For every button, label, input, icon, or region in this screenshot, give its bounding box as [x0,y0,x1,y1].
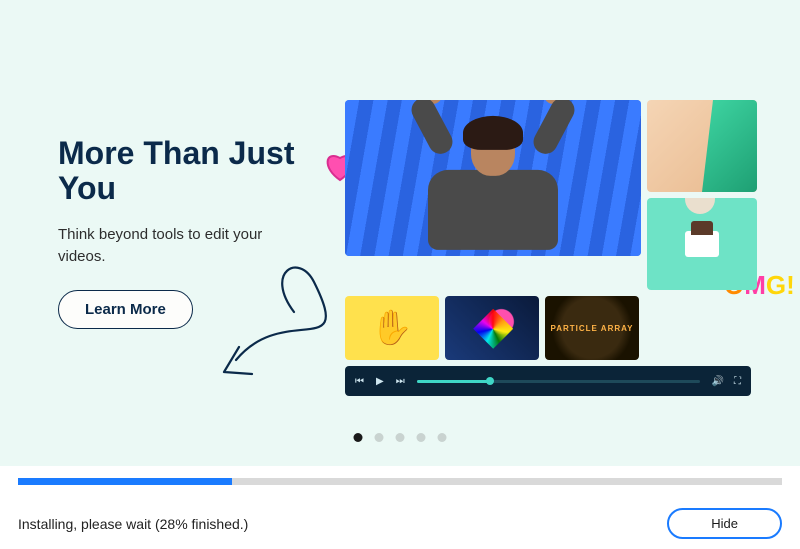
media-collage: ✋ PARTICLE ARRAY ⏮ ▶ ⏭ 🔊 ⛶ [345,100,757,396]
carousel-dot[interactable] [438,433,447,442]
collage-thumb-prism [445,296,539,360]
collage-thumb-hand: ✋ [345,296,439,360]
install-footer: Installing, please wait (28% finished.) … [0,466,800,549]
player-knob[interactable] [486,377,494,385]
arrow-doodle-icon [204,242,354,392]
video-player-bar: ⏮ ▶ ⏭ 🔊 ⛶ [345,366,751,396]
hide-button[interactable]: Hide [667,508,782,539]
player-progress-fill [417,380,491,383]
skip-forward-icon[interactable]: ⏭ [396,376,405,387]
learn-more-button[interactable]: Learn More [58,290,193,329]
install-status-text: Installing, please wait (28% finished.) [18,516,248,532]
carousel-dot[interactable] [375,433,384,442]
install-progress-fill [18,478,232,485]
cat-icon [685,198,715,214]
hero-title: More Than Just You [58,136,308,206]
dancing-person-icon [428,126,558,250]
hero-panel: More Than Just You Think beyond tools to… [0,0,800,466]
collage-main-tile [345,100,641,256]
thumb-label: PARTICLE ARRAY [550,324,633,333]
carousel-dot[interactable] [354,433,363,442]
collage-portrait-tile [647,100,757,192]
carousel-dot[interactable] [396,433,405,442]
play-icon[interactable]: ▶ [376,376,384,387]
collage-cake-tile [647,198,757,290]
carousel-dots [354,433,447,442]
install-progress-track [18,478,782,485]
skip-back-icon[interactable]: ⏮ [355,376,364,387]
fullscreen-icon[interactable]: ⛶ [734,376,741,387]
collage-thumb-particle: PARTICLE ARRAY [545,296,639,360]
hand-icon: ✋ [371,308,413,348]
carousel-dot[interactable] [417,433,426,442]
cake-icon [685,231,719,257]
player-track[interactable] [417,380,700,383]
volume-icon[interactable]: 🔊 [712,376,724,387]
